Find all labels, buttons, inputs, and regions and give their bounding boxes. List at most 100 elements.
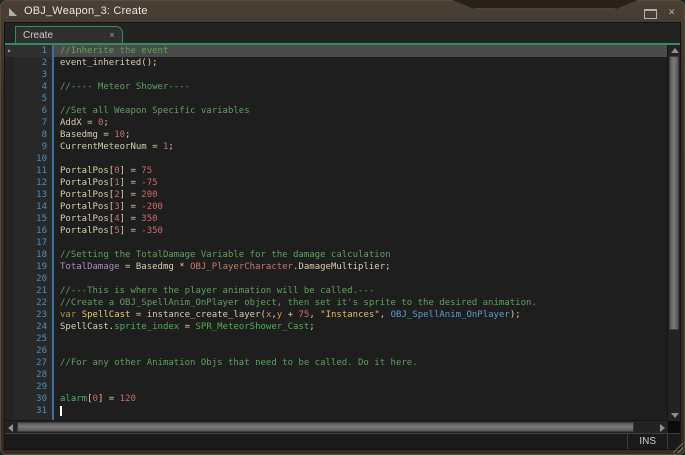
line-number[interactable]: 6 (14, 105, 52, 117)
code-text[interactable]: var SpellCast = instance_create_layer(x,… (54, 309, 668, 321)
code-text[interactable] (54, 273, 668, 285)
code-text[interactable] (54, 93, 668, 105)
code-text[interactable] (54, 381, 668, 393)
code-text[interactable]: PortalPos[1] = -75 (54, 177, 668, 189)
code-line[interactable]: 13PortalPos[2] = 200 (5, 189, 668, 201)
close-icon[interactable]: ✕ (668, 5, 675, 18)
code-text[interactable]: PortalPos[3] = -200 (54, 201, 668, 213)
code-line[interactable]: 5 (5, 93, 668, 105)
line-number[interactable]: 21 (14, 285, 52, 297)
code-text[interactable]: alarm[0] = 120 (54, 393, 668, 405)
line-number[interactable]: 28 (14, 369, 52, 381)
line-number[interactable]: 31 (14, 405, 52, 417)
line-number[interactable]: 17 (14, 237, 52, 249)
vertical-scrollbar-thumb[interactable] (669, 56, 679, 330)
code-line[interactable]: 2event_inherited(); (5, 57, 668, 69)
line-number[interactable]: 26 (14, 345, 52, 357)
code-line[interactable]: 15PortalPos[4] = 350 (5, 213, 668, 225)
scroll-down-icon[interactable] (671, 413, 679, 418)
code-line[interactable]: 14PortalPos[3] = -200 (5, 201, 668, 213)
code-text[interactable]: PortalPos[5] = -350 (54, 225, 668, 237)
line-number[interactable]: 19 (14, 261, 52, 273)
tab-close-icon[interactable]: × (109, 30, 115, 41)
code-line[interactable]: 20 (5, 273, 668, 285)
line-number[interactable]: 1 (14, 45, 52, 57)
line-number[interactable]: 15 (14, 213, 52, 225)
line-number[interactable]: 12 (14, 177, 52, 189)
line-number[interactable]: 27 (14, 357, 52, 369)
code-line[interactable]: 7AddX = 0; (5, 117, 668, 129)
code-line[interactable]: ▸1//Inherite the event (5, 45, 668, 57)
code-line[interactable]: 9CurrentMeteorNum = 1; (5, 141, 668, 153)
code-text[interactable] (54, 405, 668, 417)
horizontal-scrollbar[interactable] (5, 420, 668, 433)
code-line[interactable]: 26 (5, 345, 668, 357)
line-number[interactable]: 29 (14, 381, 52, 393)
maximize-icon[interactable] (644, 9, 657, 19)
tab-create[interactable]: Create × (15, 26, 123, 43)
code-text[interactable]: //Create a OBJ_SpellAnim_OnPlayer object… (54, 297, 668, 309)
scroll-up-icon[interactable] (671, 48, 679, 53)
code-text[interactable]: //---- Meteor Shower---- (54, 81, 668, 93)
code-line[interactable]: 3 (5, 69, 668, 81)
code-line[interactable]: 11PortalPos[0] = 75 (5, 165, 668, 177)
line-number[interactable]: 9 (14, 141, 52, 153)
code-line[interactable]: 22//Create a OBJ_SpellAnim_OnPlayer obje… (5, 297, 668, 309)
code-line[interactable]: 8Basedmg = 10; (5, 129, 668, 141)
code-text[interactable]: Basedmg = 10; (54, 129, 668, 141)
code-text[interactable] (54, 153, 668, 165)
editor-code[interactable]: ▸1//Inherite the event2event_inherited()… (5, 45, 668, 421)
line-number[interactable]: 23 (14, 309, 52, 321)
code-text[interactable]: PortalPos[2] = 200 (54, 189, 668, 201)
code-line[interactable]: 31 (5, 405, 668, 417)
scroll-left-icon[interactable] (8, 424, 13, 432)
code-text[interactable] (54, 345, 668, 357)
code-line[interactable]: 10 (5, 153, 668, 165)
code-text[interactable]: //---This is where the player animation … (54, 285, 668, 297)
code-text[interactable] (54, 333, 668, 345)
line-number[interactable]: 22 (14, 297, 52, 309)
code-text[interactable] (54, 237, 668, 249)
code-text[interactable]: CurrentMeteorNum = 1; (54, 141, 668, 153)
code-text[interactable]: PortalPos[0] = 75 (54, 165, 668, 177)
code-line[interactable]: 17 (5, 237, 668, 249)
code-line[interactable]: 28 (5, 369, 668, 381)
code-line[interactable]: 27//For any other Animation Objs that ne… (5, 357, 668, 369)
line-number[interactable]: 30 (14, 393, 52, 405)
code-text[interactable]: PortalPos[4] = 350 (54, 213, 668, 225)
line-number[interactable]: 20 (14, 273, 52, 285)
line-number[interactable]: 4 (14, 81, 52, 93)
code-line[interactable]: 19TotalDamage = Basedmg * OBJ_PlayerChar… (5, 261, 668, 273)
code-text[interactable]: //Set all Weapon Specific variables (54, 105, 668, 117)
code-text[interactable]: //For any other Animation Objs that need… (54, 357, 668, 369)
code-line[interactable]: 6//Set all Weapon Specific variables (5, 105, 668, 117)
line-number[interactable]: 14 (14, 201, 52, 213)
line-number[interactable]: 16 (14, 225, 52, 237)
line-number[interactable]: 10 (14, 153, 52, 165)
line-number[interactable]: 3 (14, 69, 52, 81)
line-number[interactable]: 7 (14, 117, 52, 129)
code-text[interactable]: TotalDamage = Basedmg * OBJ_PlayerCharac… (54, 261, 668, 273)
code-text[interactable] (54, 69, 668, 81)
window-titlebar[interactable]: OBJ_Weapon_3: Create ✕ (0, 0, 685, 22)
line-number[interactable]: 11 (14, 165, 52, 177)
code-line[interactable]: 18//Setting the TotalDamage Variable for… (5, 249, 668, 261)
code-line[interactable]: 24SpellCast.sprite_index = SPR_MeteorSho… (5, 321, 668, 333)
code-text[interactable]: //Setting the TotalDamage Variable for t… (54, 249, 668, 261)
code-text[interactable]: AddX = 0; (54, 117, 668, 129)
code-line[interactable]: 30alarm[0] = 120 (5, 393, 668, 405)
code-text[interactable]: //Inherite the event (54, 45, 668, 57)
code-lines[interactable]: ▸1//Inherite the event2event_inherited()… (5, 45, 668, 421)
code-line[interactable]: 21//---This is where the player animatio… (5, 285, 668, 297)
scroll-right-icon[interactable] (660, 424, 665, 432)
line-number[interactable]: 5 (14, 93, 52, 105)
line-number[interactable]: 25 (14, 333, 52, 345)
collapse-triangle-icon[interactable] (9, 8, 17, 16)
code-text[interactable]: event_inherited(); (54, 57, 668, 69)
line-number[interactable]: 2 (14, 57, 52, 69)
code-line[interactable]: 23var SpellCast = instance_create_layer(… (5, 309, 668, 321)
vertical-scrollbar[interactable] (667, 45, 680, 421)
code-line[interactable]: 4//---- Meteor Shower---- (5, 81, 668, 93)
line-number[interactable]: 24 (14, 321, 52, 333)
code-line[interactable]: 29 (5, 381, 668, 393)
